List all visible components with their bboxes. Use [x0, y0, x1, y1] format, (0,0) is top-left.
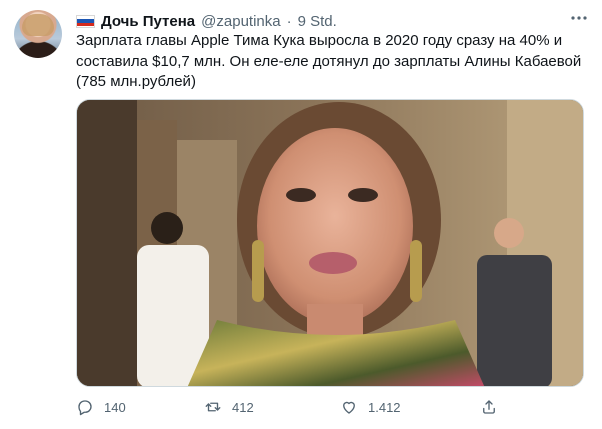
share-icon — [483, 400, 495, 414]
reply-button[interactable]: 140 — [76, 395, 126, 419]
tweet-text-line: составила $10,7 млн. Он еле-еле дотянул … — [76, 52, 582, 70]
retweet-button[interactable]: 412 — [204, 395, 254, 419]
author-name[interactable]: Дочь Путена — [101, 13, 195, 30]
reply-count: 140 — [104, 399, 126, 415]
like-button[interactable]: 1.412 — [340, 395, 401, 419]
tweet[interactable]: Дочь Путена @zaputinka · 9 Std. Зарплата… — [0, 0, 602, 429]
reply-bubble-icon — [78, 400, 92, 416]
tweet-header: Дочь Путена @zaputinka · 9 Std. — [76, 11, 588, 31]
tweet-text-line: (785 млн.рублей) — [76, 73, 196, 90]
share-button[interactable] — [480, 395, 498, 419]
retweet-icon — [205, 402, 221, 412]
author-handle[interactable]: @zaputinka — [201, 13, 280, 30]
tweet-media-image[interactable] — [76, 99, 584, 387]
tweet-actions: 140 412 1.412 — [76, 395, 588, 419]
heart-icon — [343, 401, 355, 414]
author-avatar[interactable] — [14, 10, 62, 58]
retweet-count: 412 — [232, 399, 254, 415]
tweet-text-line: Зарплата главы Apple Тима Кука выросла в… — [76, 32, 563, 49]
like-count: 1.412 — [368, 399, 401, 415]
media-photo — [77, 100, 583, 386]
tweet-text: Зарплата главы Apple Тима Кука выросла в… — [76, 31, 588, 93]
more-horizontal-icon[interactable] — [570, 9, 588, 27]
tweet-timestamp[interactable]: 9 Std. — [298, 13, 337, 30]
header-separator: · — [286, 12, 292, 30]
avatar-hair — [22, 14, 54, 36]
russian-flag-icon — [76, 14, 95, 28]
